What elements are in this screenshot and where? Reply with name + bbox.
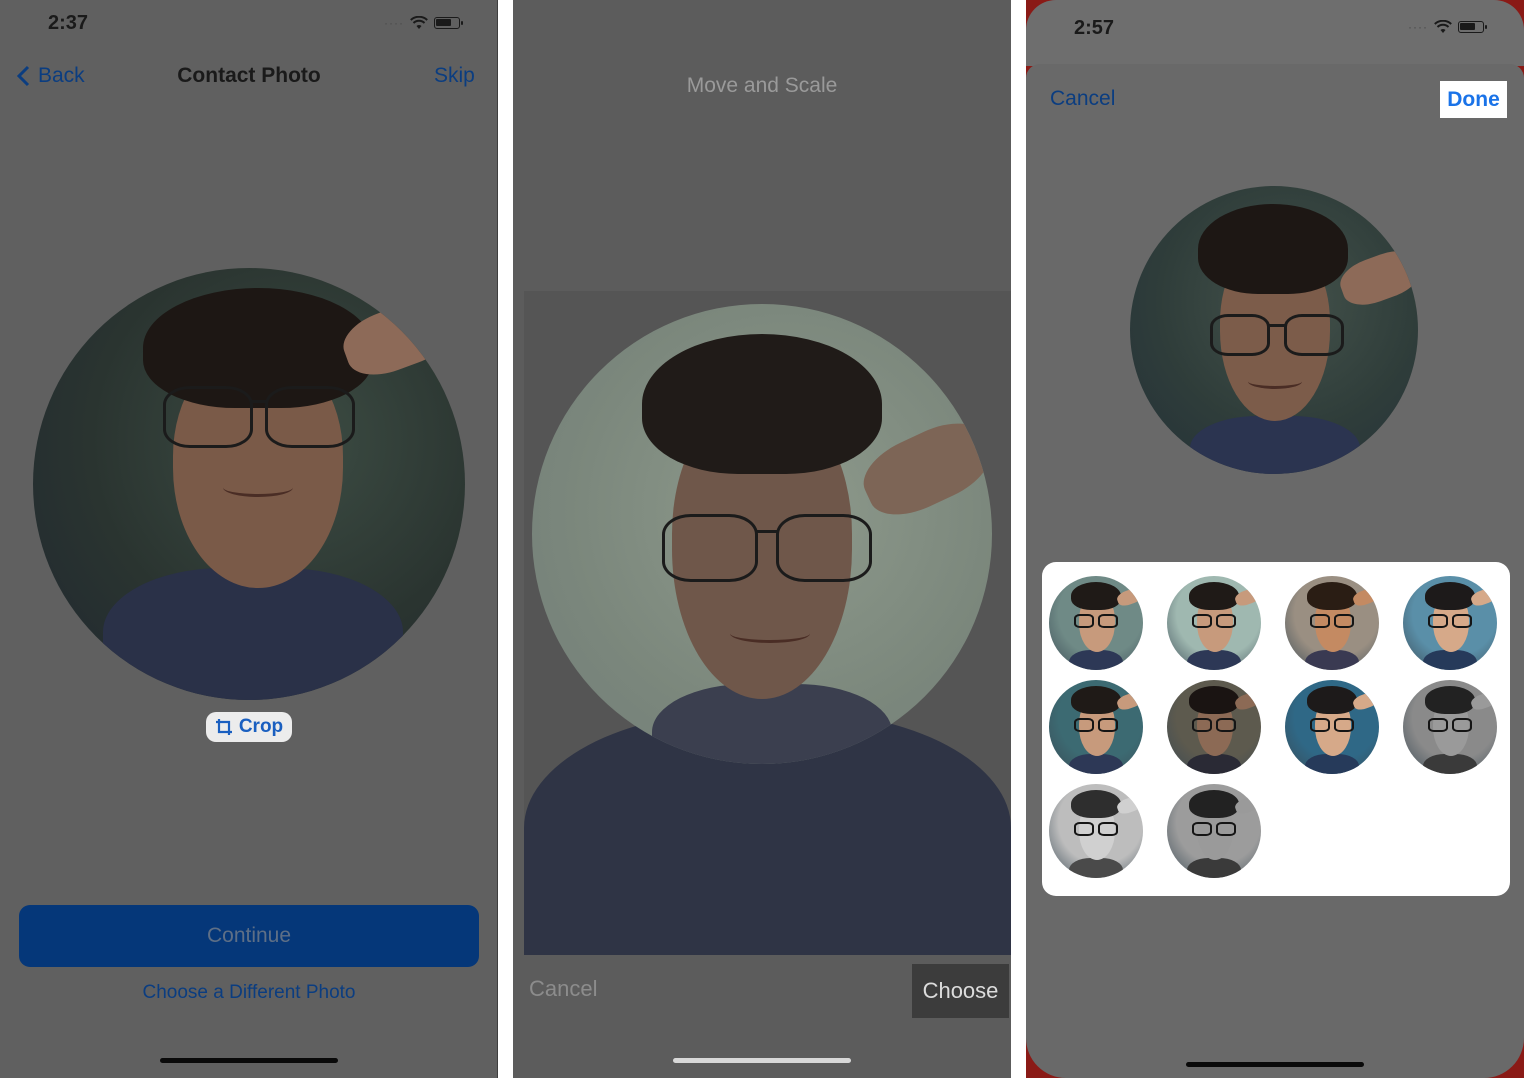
home-indicator[interactable] <box>160 1058 338 1063</box>
crop-circle[interactable] <box>532 304 992 764</box>
done-button[interactable]: Done <box>1440 81 1507 118</box>
filter-option-7[interactable] <box>1285 680 1379 774</box>
crop-icon <box>215 719 232 735</box>
choose-button[interactable]: Choose <box>912 964 1009 1018</box>
status-time: 2:37 <box>48 12 89 34</box>
filter-option-3[interactable] <box>1285 576 1379 670</box>
skip-button[interactable]: Skip <box>434 64 475 88</box>
filter-option-1[interactable] <box>1049 576 1143 670</box>
wifi-icon <box>410 16 428 29</box>
crop-button[interactable]: Crop <box>206 712 292 742</box>
cancel-button[interactable]: Cancel <box>529 976 597 1002</box>
battery-icon <box>433 17 463 29</box>
filter-option-2[interactable] <box>1167 576 1261 670</box>
crop-label: Crop <box>238 716 284 737</box>
contact-photo <box>33 268 465 700</box>
move-and-scale-screen: Move and Scale Cancel Choose <box>513 0 1011 1078</box>
status-time: 2:57 <box>1074 17 1115 39</box>
filter-option-8[interactable] <box>1403 680 1497 774</box>
home-indicator[interactable] <box>1186 1062 1364 1067</box>
status-icons: ···· <box>1408 20 1487 34</box>
continue-button[interactable]: Continue <box>19 905 479 967</box>
choose-different-photo-link[interactable]: Choose a Different Photo <box>0 982 497 1004</box>
contact-photo-screen: 2:37 ···· Back Contact Photo Skip Crop C… <box>0 0 498 1078</box>
filter-option-10[interactable] <box>1167 784 1261 878</box>
battery-icon <box>1457 21 1487 33</box>
filter-grid <box>1049 576 1497 878</box>
page-title: Contact Photo <box>177 64 321 87</box>
wifi-icon <box>1434 20 1452 33</box>
filter-option-9[interactable] <box>1049 784 1143 878</box>
photo-editing-area[interactable] <box>524 291 1011 955</box>
filter-palette <box>1042 562 1510 896</box>
filter-option-4[interactable] <box>1403 576 1497 670</box>
move-and-scale-title: Move and Scale <box>686 74 838 97</box>
filter-option-5[interactable] <box>1049 680 1143 774</box>
cancel-button[interactable]: Cancel <box>1050 87 1115 111</box>
cellular-signal-icon: ···· <box>384 16 404 30</box>
contact-photo-preview <box>1130 186 1418 474</box>
filter-option-6[interactable] <box>1167 680 1261 774</box>
home-indicator[interactable] <box>673 1058 851 1063</box>
status-icons: ···· <box>384 16 463 30</box>
cellular-signal-icon: ···· <box>1408 20 1428 34</box>
filter-selection-screen: 2:57 ···· Cancel Done <box>1026 0 1524 1078</box>
